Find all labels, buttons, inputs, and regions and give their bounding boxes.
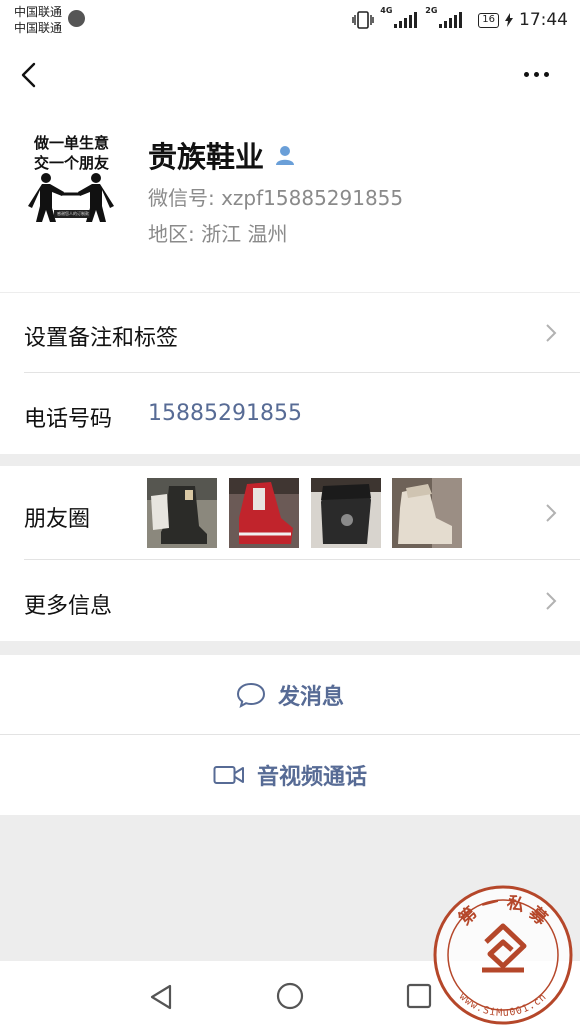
- top-nav: [0, 40, 580, 110]
- video-call-label: 音视频通话: [256, 765, 367, 790]
- avatar-caption: 感谢您人的订制款: [57, 211, 89, 216]
- network-type-2: 2G: [425, 6, 438, 15]
- chevron-right-icon: [546, 324, 557, 342]
- nav-back-triangle-icon[interactable]: [148, 983, 174, 1011]
- send-message-button[interactable]: 发消息: [0, 655, 580, 734]
- carrier-1: 中国联通: [14, 5, 63, 19]
- phone-row[interactable]: 电话号码 15885291855: [0, 373, 580, 454]
- carrier-info: 中国联通 中国联通: [14, 4, 62, 36]
- person-verified-icon: [276, 146, 295, 165]
- set-remark-row[interactable]: 设置备注和标签: [0, 293, 580, 373]
- set-remark-label: 设置备注和标签: [24, 326, 179, 351]
- moments-thumbnail-3: [311, 478, 381, 548]
- clock: 17:44: [519, 10, 568, 30]
- watermark-seal: 第 一 私 募 www.SiMu001.cn: [433, 885, 573, 1025]
- video-call-button[interactable]: 音视频通话: [0, 735, 580, 815]
- chat-bubble-icon: [236, 682, 265, 708]
- network-type-1: 4G: [380, 6, 393, 15]
- contact-name: 贵族鞋业: [148, 140, 265, 174]
- moments-row[interactable]: 朋友圈: [0, 466, 580, 560]
- nav-home-circle-icon[interactable]: [276, 982, 304, 1010]
- more-info-row[interactable]: 更多信息: [0, 560, 580, 641]
- video-camera-icon: [213, 766, 244, 784]
- profile-card: 做一单生意 交一个朋友 感谢您人的订制款 贵族鞋业 微信号: xzpf15885…: [0, 110, 580, 292]
- hd-voice-icon: [68, 10, 85, 27]
- battery-icon: 16: [478, 12, 499, 28]
- more-dots-icon[interactable]: [524, 62, 556, 86]
- chevron-right-icon: [546, 504, 557, 522]
- chevron-right-icon: [546, 592, 557, 610]
- signal-icon-1: 4G: [380, 6, 418, 28]
- back-arrow-icon[interactable]: [16, 60, 44, 90]
- moments-thumbnail-2: [229, 478, 299, 548]
- signal-icon-2: 2G: [425, 6, 463, 28]
- avatar-text-1: 做一单生意: [34, 134, 110, 152]
- more-info-label: 更多信息: [24, 594, 113, 619]
- moments-thumbnail-4: [392, 478, 462, 548]
- phone-number-link[interactable]: 15885291855: [148, 401, 302, 426]
- vibrate-icon: [352, 11, 374, 29]
- status-bar: 中国联通 中国联通 4G 2G 16 17:44: [0, 0, 580, 40]
- region: 地区: 浙江 温州: [148, 222, 288, 246]
- phone-label: 电话号码: [24, 407, 113, 432]
- nav-recents-square-icon[interactable]: [406, 983, 432, 1009]
- avatar-text-2: 交一个朋友: [34, 154, 110, 172]
- wechat-id: 微信号: xzpf15885291855: [148, 186, 404, 210]
- avatar[interactable]: 做一单生意 交一个朋友 感谢您人的订制款: [24, 130, 116, 222]
- send-message-label: 发消息: [277, 684, 344, 710]
- moments-thumbnail-1: [147, 478, 217, 548]
- carrier-2: 中国联通: [14, 21, 63, 35]
- charging-icon: [505, 13, 513, 27]
- moments-label: 朋友圈: [24, 507, 91, 532]
